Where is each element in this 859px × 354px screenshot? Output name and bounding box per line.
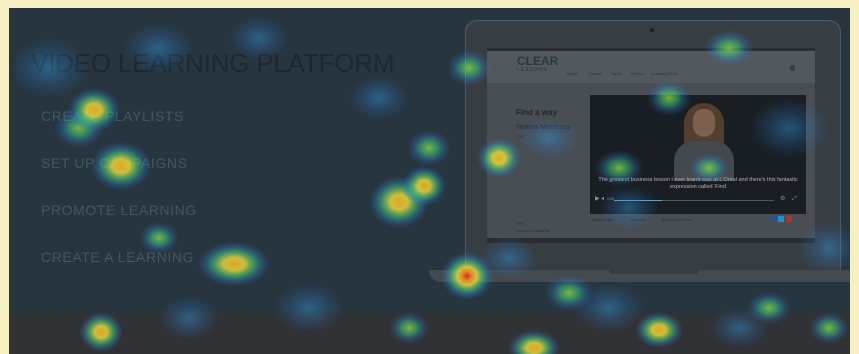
facebook-share-icon[interactable] bbox=[770, 216, 776, 222]
presenter-body bbox=[674, 141, 734, 181]
site-nav-learning-paths[interactable]: Learning Paths bbox=[651, 71, 678, 76]
laptop-screen: CLEAR LESSONS Home Browse Topics Library… bbox=[487, 48, 815, 243]
user-account-icon[interactable] bbox=[790, 65, 795, 71]
lower-content-bar bbox=[9, 313, 850, 354]
site-logo-text[interactable]: CLEAR bbox=[517, 54, 558, 68]
site-nav-library[interactable]: Library bbox=[631, 71, 643, 76]
video-time: 0:00 bbox=[607, 197, 614, 201]
site-footer-bar bbox=[487, 238, 815, 243]
lesson-author-role: CBE bbox=[516, 134, 525, 139]
laptop-notch bbox=[609, 270, 699, 274]
video-progress-fill bbox=[614, 200, 662, 201]
watch-later-button[interactable]: Watch Later bbox=[592, 217, 613, 222]
fullscreen-icon[interactable]: ⤢ bbox=[792, 195, 797, 203]
hero-section: VIDEO LEARNING PLATFORM CREATE PLAYLISTS… bbox=[9, 8, 850, 354]
email-share-icon[interactable] bbox=[786, 216, 792, 222]
twitter-share-icon[interactable] bbox=[778, 216, 784, 222]
remember-point-button[interactable]: Remember Point bbox=[662, 217, 692, 222]
video-caption: The greatest business lesson I ever lear… bbox=[598, 177, 798, 190]
site-nav-topics[interactable]: Topics bbox=[611, 71, 622, 76]
video-player[interactable]: The greatest business lesson I ever lear… bbox=[590, 95, 806, 214]
site-nav-home[interactable]: Home bbox=[567, 71, 578, 76]
feature-link-create-a-learning[interactable]: CREATE A LEARNING bbox=[41, 249, 194, 265]
learn-more-link[interactable]: Learn more about this bbox=[516, 229, 550, 233]
settings-icon[interactable]: ⚙ bbox=[780, 195, 785, 202]
presenter-face bbox=[693, 109, 715, 137]
feature-link-create-playlists[interactable]: CREATE PLAYLISTS bbox=[41, 108, 184, 124]
lesson-author[interactable]: Helena Morrissey bbox=[516, 124, 570, 131]
play-icon[interactable]: ▶ bbox=[595, 195, 600, 202]
video-actions: Watch Later Favourite Remember Point bbox=[590, 216, 806, 225]
topic-label: Topic bbox=[516, 221, 525, 225]
hero-headline: VIDEO LEARNING PLATFORM bbox=[31, 48, 395, 78]
feature-link-set-up-campaigns[interactable]: SET UP CAMPAIGNS bbox=[41, 155, 188, 171]
site-logo-subtext: LESSONS bbox=[517, 67, 548, 73]
feature-link-promote-learning[interactable]: PROMOTE LEARNING bbox=[41, 202, 197, 218]
lesson-title: Find a way bbox=[516, 108, 557, 117]
site-nav-browse[interactable]: Browse bbox=[589, 71, 602, 76]
laptop-camera bbox=[650, 28, 654, 32]
video-progress-bar[interactable] bbox=[614, 200, 774, 201]
favourite-button[interactable]: Favourite bbox=[630, 217, 647, 222]
volume-icon[interactable]: ◂ bbox=[601, 195, 604, 202]
